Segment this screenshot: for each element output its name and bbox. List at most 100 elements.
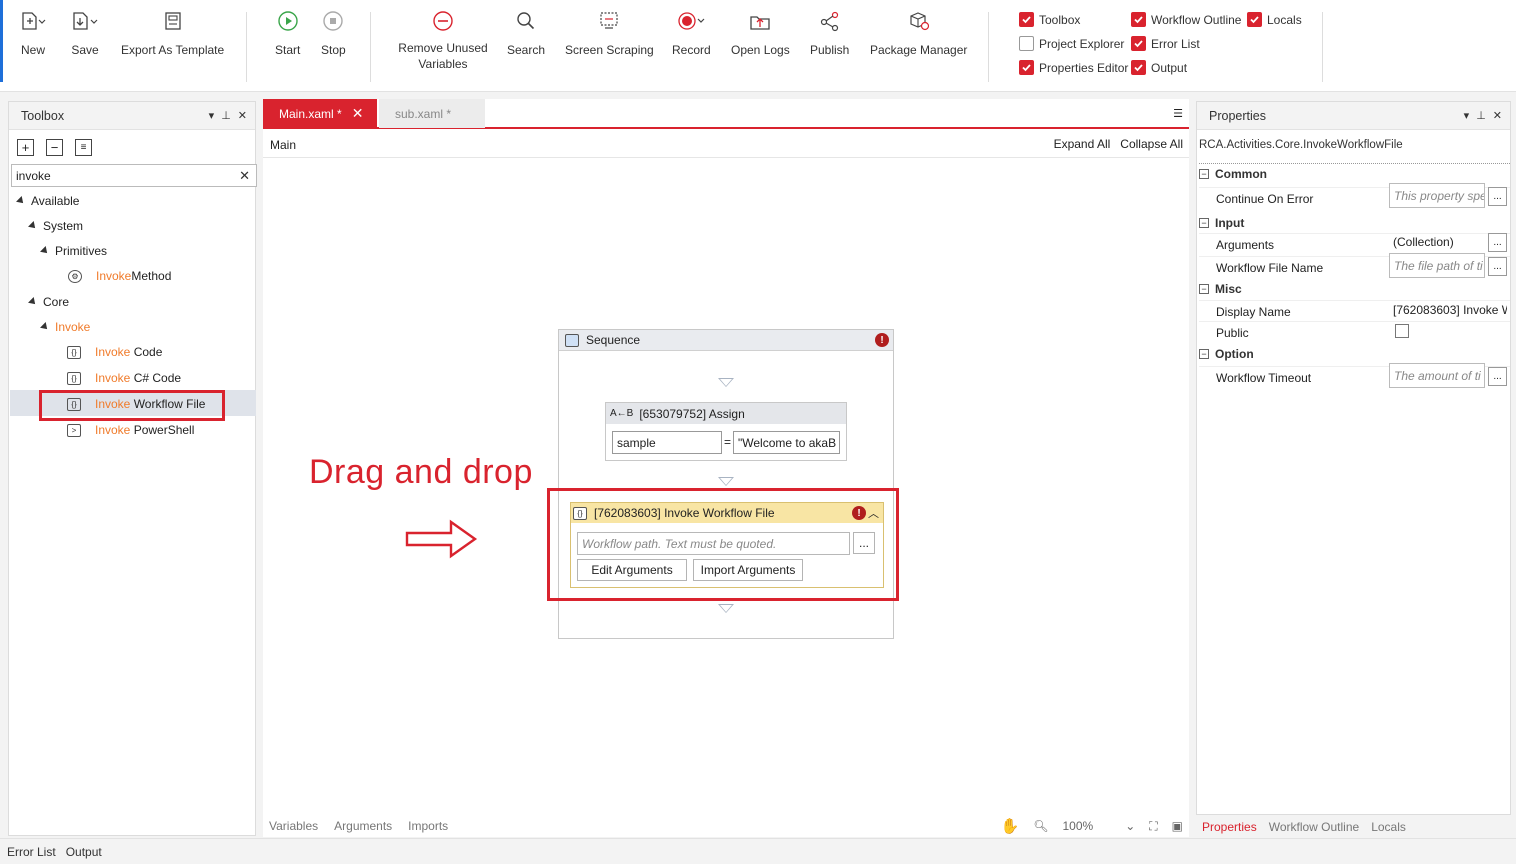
open-logs-button[interactable]: Open Logs: [731, 8, 790, 58]
search-button[interactable]: Search: [507, 8, 545, 58]
imports-tab[interactable]: Imports: [408, 819, 448, 833]
expand-all-icon[interactable]: +: [17, 139, 34, 156]
screen-scraping-icon: [598, 8, 620, 34]
toggle-toolbox-label: Toolbox: [1039, 12, 1081, 27]
breadcrumb[interactable]: Main: [270, 138, 296, 152]
output-tab[interactable]: Output: [66, 845, 102, 859]
tab-label: sub.xaml *: [395, 106, 452, 121]
locals-tab[interactable]: Locals: [1365, 820, 1412, 834]
hand-pan-icon[interactable]: ✋: [1001, 817, 1020, 835]
category-label: Common: [1215, 166, 1267, 181]
toolbox-panel: Toolbox ▾ ⊥ ✕ + − ≡ invoke ✕ Available S…: [8, 101, 257, 836]
workflow-file-name-input[interactable]: The file path of ti: [1389, 253, 1485, 278]
zoom-search-icon[interactable]: 🔍︎: [1033, 819, 1048, 833]
collapse-all-icon[interactable]: −: [46, 139, 63, 156]
toggle-toolbox[interactable]: Toolbox: [1019, 12, 1080, 27]
overview-icon[interactable]: ▣: [1172, 819, 1183, 833]
assign-value-field[interactable]: "Welcome to akaB: [733, 431, 840, 454]
tree-node-available[interactable]: Available: [16, 191, 79, 211]
document-tabs: Main.xaml * ✕ sub.xaml * ☰: [263, 99, 1189, 129]
display-name-input[interactable]: [762083603] Invoke W: [1389, 297, 1507, 322]
tree-item-invoke-code[interactable]: {} Invoke Code: [67, 342, 162, 362]
save-button[interactable]: Save: [71, 8, 99, 58]
ellipsis-button[interactable]: ...: [1488, 187, 1507, 206]
tab-sub-xaml[interactable]: sub.xaml *: [379, 99, 485, 128]
category-misc[interactable]: − Misc: [1199, 279, 1510, 299]
stop-label: Stop: [321, 43, 346, 57]
variables-tab[interactable]: Variables: [269, 819, 318, 833]
toggle-workflow-outline[interactable]: Workflow Outline: [1131, 12, 1241, 27]
new-file-icon: [20, 8, 46, 34]
close-icon[interactable]: ✕: [238, 109, 247, 122]
tree-node-primitives[interactable]: Primitives: [40, 241, 107, 261]
category-input[interactable]: − Input: [1199, 213, 1510, 233]
public-checkbox[interactable]: [1395, 324, 1409, 338]
workflow-outline-tab[interactable]: Workflow Outline: [1263, 820, 1365, 834]
collapse-minus-icon[interactable]: −: [1199, 168, 1209, 179]
drop-zone-arrow-icon[interactable]: [718, 378, 734, 387]
category-common[interactable]: − Common: [1199, 163, 1510, 183]
toggle-locals[interactable]: Locals: [1247, 12, 1302, 27]
remove-unused-variables-label: Remove Unused Variables: [398, 41, 488, 71]
annotation-highlight-box: [39, 390, 225, 421]
continue-on-error-input[interactable]: This property spe: [1389, 183, 1485, 208]
tree-node-core[interactable]: Core: [28, 292, 69, 312]
tree-node-invoke[interactable]: Invoke: [40, 317, 90, 337]
ellipsis-button[interactable]: ...: [1488, 367, 1507, 386]
ribbon-divider: [246, 12, 247, 82]
property-name: Workflow File Name: [1216, 260, 1324, 275]
collapse-minus-icon[interactable]: −: [1199, 218, 1209, 228]
toolbox-search-input[interactable]: invoke ✕: [11, 164, 257, 187]
package-manager-button[interactable]: Package Manager: [870, 8, 967, 58]
package-manager-label: Package Manager: [870, 43, 968, 57]
expand-all-link[interactable]: Expand All: [1054, 137, 1111, 151]
clear-search-icon[interactable]: ✕: [239, 168, 250, 184]
toggle-properties-editor[interactable]: Properties Editor: [1019, 60, 1128, 75]
tree-item-invoke-csharp-code[interactable]: {} Invoke C# Code: [67, 368, 181, 388]
drop-zone-arrow-icon[interactable]: [718, 477, 734, 486]
drop-zone-arrow-icon[interactable]: [718, 604, 734, 613]
start-button[interactable]: Start: [275, 8, 300, 58]
collapse-all-link[interactable]: Collapse All: [1120, 137, 1183, 151]
ellipsis-button[interactable]: ...: [1488, 233, 1507, 252]
tab-main-xaml[interactable]: Main.xaml * ✕: [263, 99, 377, 128]
category-label: Option: [1215, 347, 1254, 361]
collapse-minus-icon[interactable]: −: [1199, 284, 1209, 294]
new-button[interactable]: New: [20, 8, 46, 58]
category-option[interactable]: − Option: [1199, 344, 1510, 364]
toggle-output[interactable]: Output: [1131, 60, 1187, 75]
toolbox-header: Toolbox ▾ ⊥ ✕: [9, 102, 255, 130]
workflow-timeout-input[interactable]: The amount of ti: [1389, 363, 1485, 388]
publish-button[interactable]: Publish: [810, 8, 849, 58]
tree-item-invoke-powershell[interactable]: > Invoke PowerShell: [67, 420, 194, 440]
pin-icon[interactable]: ⊥: [221, 109, 231, 122]
ellipsis-button[interactable]: ...: [1488, 257, 1507, 276]
pin-icon[interactable]: ⊥: [1476, 109, 1486, 122]
toggle-project-explorer[interactable]: Project Explorer: [1019, 36, 1124, 51]
fit-to-screen-icon[interactable]: ⛶: [1149, 819, 1157, 834]
error-list-tab[interactable]: Error List: [7, 845, 56, 859]
close-tab-icon[interactable]: ✕: [352, 105, 364, 122]
dropdown-icon[interactable]: ▾: [209, 109, 215, 122]
remove-unused-variables-button[interactable]: Remove Unused Variables: [393, 8, 493, 72]
list-view-icon[interactable]: ≡: [75, 139, 92, 156]
collapse-minus-icon[interactable]: −: [1199, 349, 1209, 359]
properties-tab[interactable]: Properties: [1196, 820, 1263, 834]
checkbox-checked-icon: [1019, 12, 1034, 27]
chevron-down-icon[interactable]: ⌄: [1125, 819, 1135, 833]
tab-list-icon[interactable]: ☰: [1173, 107, 1183, 120]
export-as-template-button[interactable]: Export As Template: [121, 8, 224, 58]
expanded-arrow-icon: [16, 196, 26, 206]
toggle-error-list[interactable]: Error List: [1131, 36, 1200, 51]
stop-button[interactable]: Stop: [321, 8, 346, 58]
assign-to-field[interactable]: sample: [612, 431, 722, 454]
zoom-level[interactable]: 100%: [1062, 819, 1093, 833]
record-button[interactable]: Record: [672, 8, 711, 58]
close-icon[interactable]: ✕: [1493, 109, 1502, 122]
dropdown-icon[interactable]: ▾: [1464, 109, 1470, 122]
screen-scraping-button[interactable]: Screen Scraping: [565, 8, 654, 58]
assign-activity[interactable]: A←B [653079752] Assign sample = "Welcome…: [605, 402, 847, 461]
tree-node-system[interactable]: System: [28, 216, 83, 236]
tree-item-invoke-method[interactable]: ⚙ Invoke Method: [68, 266, 171, 286]
arguments-tab[interactable]: Arguments: [334, 819, 392, 833]
